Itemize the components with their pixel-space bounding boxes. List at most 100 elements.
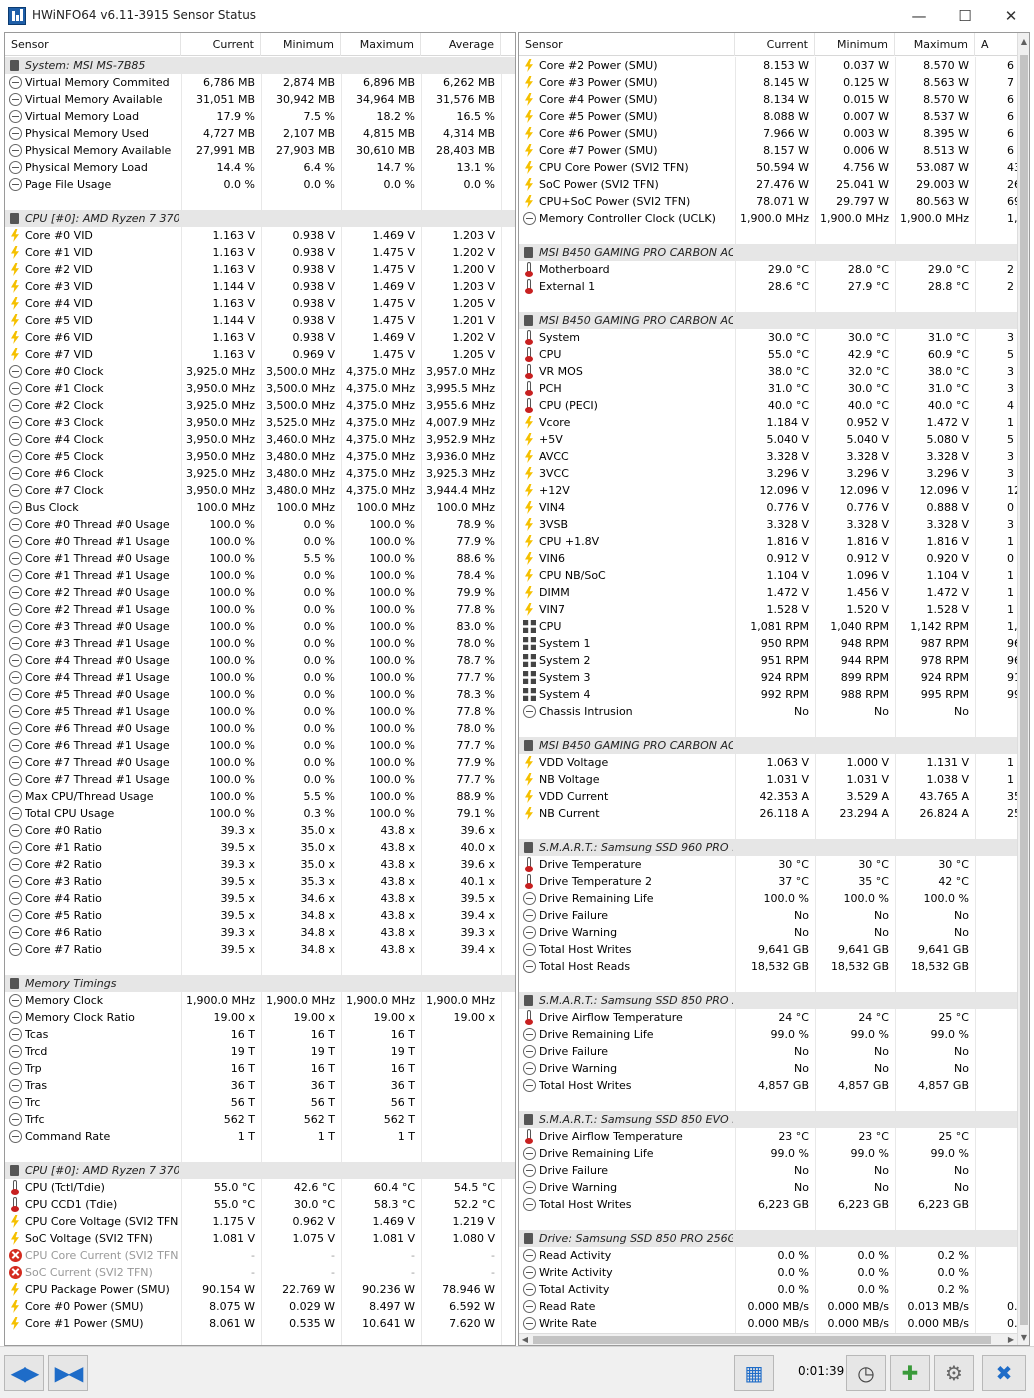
close-sensors-button[interactable]: ✖ bbox=[982, 1355, 1026, 1391]
switch-layout-button[interactable]: ◀▶ bbox=[4, 1355, 44, 1391]
sensor-row[interactable]: Physical Memory Used 4,727 MB 2,107 MB 4,81… bbox=[5, 125, 515, 142]
sensor-row[interactable]: Core #7 Clock 3,950.0 MHz 3,480.0 MHz 4,375… bbox=[5, 482, 515, 499]
sensor-row[interactable]: Virtual Memory Available 31,051 MB 30,942 … bbox=[5, 91, 515, 108]
col-sensor[interactable]: Sensor bbox=[519, 33, 735, 56]
sensor-row[interactable]: Trcd 19 T 19 T 19 T bbox=[5, 1043, 515, 1060]
sensor-row[interactable]: System 1 950 RPM 948 RPM 987 RPM 96 bbox=[519, 635, 1029, 652]
sensor-row[interactable]: Drive Warning No No No bbox=[519, 1060, 1029, 1077]
sensor-row[interactable]: CPU +1.8V 1.816 V 1.816 V 1.816 V1 bbox=[519, 533, 1029, 550]
sensor-row[interactable]: Core #2 Clock 3,925.0 MHz 3,500.0 MHz 4,375… bbox=[5, 397, 515, 414]
sensor-row[interactable]: Core #0 Clock 3,925.0 MHz 3,500.0 MHz 4,375… bbox=[5, 363, 515, 380]
sensor-row[interactable]: Motherboard 29.0 °C 28.0 °C 29.0 °C 2 bbox=[519, 261, 1029, 278]
settings-button[interactable]: ⚙ bbox=[934, 1355, 974, 1391]
sensor-row[interactable]: CPU Package Power (SMU) 90.154 W 22.769 W 9… bbox=[5, 1281, 515, 1298]
sensor-group-header[interactable]: Drive: Samsung SSD 850 PRO 256GB ... bbox=[519, 1230, 1029, 1247]
sensor-row[interactable]: 3VCC 3.296 V 3.296 V 3.296 V3 bbox=[519, 465, 1029, 482]
sensor-row[interactable]: Core #5 Thread #0 Usage 100.0 % 0.0 % 100.0… bbox=[5, 686, 515, 703]
sensor-row[interactable]: Drive Failure No No No bbox=[519, 1162, 1029, 1179]
sensor-row[interactable]: System 2 951 RPM 944 RPM 978 RPM 96 bbox=[519, 652, 1029, 669]
sensor-row[interactable]: Virtual Memory Commited 6,786 MB 2,874 MB 6… bbox=[5, 74, 515, 91]
col-sensor[interactable]: Sensor bbox=[5, 33, 181, 56]
sensor-row[interactable]: VDD Voltage 1.063 V 1.000 V 1.131 V1 bbox=[519, 754, 1029, 771]
sensor-row[interactable]: CPU1,081 RPM1,040 RPM1,142 RPM1,07 bbox=[519, 618, 1029, 635]
sensor-row[interactable]: Core #0 Thread #1 Usage 100.0 % 0.0 % 100.0… bbox=[5, 533, 515, 550]
sensor-row[interactable]: Memory Clock 1,900.0 MHz 1,900.0 MHz 1,900.… bbox=[5, 992, 515, 1009]
sensor-row[interactable]: Core #0 Thread #0 Usage 100.0 % 0.0 % 100.0… bbox=[5, 516, 515, 533]
scrollbar-thumb[interactable] bbox=[1020, 55, 1028, 1325]
sensor-row[interactable]: Core #7 Thread #0 Usage 100.0 % 0.0 % 100.0… bbox=[5, 754, 515, 771]
sensor-row[interactable]: Read Rate0.000 MB/s0.000 MB/s0.013 MB/s0… bbox=[519, 1298, 1029, 1315]
sensor-row[interactable]: Core #2 Power (SMU) 8.153 W 0.037 W 8.570 W… bbox=[519, 57, 1029, 74]
sensor-group-header[interactable]: MSI B450 GAMING PRO CARBON AC (... bbox=[519, 737, 1029, 754]
sensor-row[interactable]: Total Host Writes 6,223 GB 6,223 GB 6,223 G… bbox=[519, 1196, 1029, 1213]
sensor-row[interactable]: Core #0 VID 1.163 V 0.938 V 1.469 V 1.203 V bbox=[5, 227, 515, 244]
sensor-row[interactable]: System 3 924 RPM 899 RPM 924 RPM 91 bbox=[519, 669, 1029, 686]
sensor-row[interactable]: VIN7 1.528 V 1.520 V 1.528 V1 bbox=[519, 601, 1029, 618]
sensor-row[interactable]: Core #4 Clock 3,950.0 MHz 3,460.0 MHz 4,375… bbox=[5, 431, 515, 448]
sensor-row[interactable]: Core #3 Thread #0 Usage 100.0 % 0.0 % 100.0… bbox=[5, 618, 515, 635]
minimize-button[interactable]: — bbox=[896, 0, 942, 32]
sensor-row[interactable]: Drive Remaining Life 99.0 % 99.0 % 99.0 % bbox=[519, 1145, 1029, 1162]
sensor-row[interactable]: Memory Controller Clock (UCLK) 1,900.0 MH… bbox=[519, 210, 1029, 227]
sensor-row[interactable]: 3VSB 3.328 V 3.328 V 3.328 V3 bbox=[519, 516, 1029, 533]
sensor-row[interactable]: Core #1 VID 1.163 V 0.938 V 1.475 V 1.202 V bbox=[5, 244, 515, 261]
sensor-row[interactable]: Drive Remaining Life 99.0 % 99.0 % 99.0 % bbox=[519, 1026, 1029, 1043]
sensor-row[interactable]: System 30.0 °C 30.0 °C 31.0 °C 3 bbox=[519, 329, 1029, 346]
sensor-row[interactable]: Physical Memory Available 27,991 MB 27,903… bbox=[5, 142, 515, 159]
sensor-row[interactable]: SoC Current (SVI2 TFN) - - - - bbox=[5, 1264, 515, 1281]
sensor-row[interactable]: Core #2 Thread #0 Usage 100.0 % 0.0 % 100.0… bbox=[5, 584, 515, 601]
sensor-row[interactable]: Core #6 Power (SMU) 7.966 W 0.003 W 8.395 W… bbox=[519, 125, 1029, 142]
maximize-button[interactable]: ☐ bbox=[942, 0, 988, 32]
sensor-panel-right[interactable]: Sensor Current Minimum Maximum A Core #2… bbox=[518, 32, 1030, 1346]
sensor-row[interactable]: Core #6 Clock 3,925.0 MHz 3,480.0 MHz 4,375… bbox=[5, 465, 515, 482]
sensor-group-header[interactable]: S.M.A.R.T.: Samsung SSD 850 PRO 2... bbox=[519, 992, 1029, 1009]
sensor-row[interactable]: CPU NB/SoC 1.104 V 1.096 V 1.104 V1 bbox=[519, 567, 1029, 584]
sensor-row[interactable]: Core #6 VID 1.163 V 0.938 V 1.469 V 1.202 V bbox=[5, 329, 515, 346]
sensor-row[interactable]: Core #2 Ratio 39.3 x 35.0 x 43.8 x 39.6 x bbox=[5, 856, 515, 873]
sensor-row[interactable]: Drive Airflow Temperature 24 °C 24 °C 25 °C bbox=[519, 1009, 1029, 1026]
sensor-row[interactable]: Core #4 VID 1.163 V 0.938 V 1.475 V 1.205 V bbox=[5, 295, 515, 312]
sensor-row[interactable]: Core #0 Ratio 39.3 x 35.0 x 43.8 x 39.6 x bbox=[5, 822, 515, 839]
close-button[interactable]: ✕ bbox=[988, 0, 1034, 32]
col-minimum[interactable]: Minimum bbox=[261, 33, 341, 56]
sensor-row[interactable]: Core #3 Thread #1 Usage 100.0 % 0.0 % 100.0… bbox=[5, 635, 515, 652]
sensor-row[interactable]: Total Host Writes 4,857 GB 4,857 GB 4,857 G… bbox=[519, 1077, 1029, 1094]
sensor-row[interactable]: Core #3 Clock 3,950.0 MHz 3,525.0 MHz 4,375… bbox=[5, 414, 515, 431]
collapse-button[interactable]: ▶◀ bbox=[48, 1355, 88, 1391]
sensor-row[interactable]: Core #5 Thread #1 Usage 100.0 % 0.0 % 100.0… bbox=[5, 703, 515, 720]
sensor-group-header[interactable]: S.M.A.R.T.: Samsung SSD 850 EVO 5... bbox=[519, 1111, 1029, 1128]
sensor-group-header[interactable]: CPU [#0]: AMD Ryzen 7 3700X bbox=[5, 210, 515, 227]
sensor-group-header[interactable]: CPU [#0]: AMD Ryzen 7 370... bbox=[5, 1162, 515, 1179]
sensor-row[interactable]: Page File Usage 0.0 % 0.0 % 0.0 % 0.0 % bbox=[5, 176, 515, 193]
sensor-row[interactable]: Core #4 Thread #1 Usage 100.0 % 0.0 % 100.0… bbox=[5, 669, 515, 686]
sensor-row[interactable]: Core #5 Power (SMU) 8.088 W 0.007 W 8.537 W… bbox=[519, 108, 1029, 125]
sensor-panel-left[interactable]: Sensor Current Minimum Maximum Average S… bbox=[4, 32, 516, 1346]
sensor-row[interactable]: Tras 36 T 36 T 36 T bbox=[5, 1077, 515, 1094]
sensor-row[interactable]: Trp 16 T 16 T 16 T bbox=[5, 1060, 515, 1077]
sensor-row[interactable]: +12V 12.096 V 12.096 V 12.096 V 12 bbox=[519, 482, 1029, 499]
sensor-row[interactable]: Core #1 Power (SMU) 8.061 W 0.535 W 10.641 … bbox=[5, 1315, 515, 1332]
sensor-row[interactable]: Core #1 Thread #1 Usage 100.0 % 0.0 % 100.0… bbox=[5, 567, 515, 584]
col-minimum[interactable]: Minimum bbox=[815, 33, 895, 56]
sensor-row[interactable]: Core #5 VID 1.144 V 0.938 V 1.475 V 1.201 V bbox=[5, 312, 515, 329]
sensor-group-header[interactable]: Memory Timings bbox=[5, 975, 515, 992]
sensor-row[interactable]: Memory Clock Ratio 19.00 x 19.00 x 19.00 x 1… bbox=[5, 1009, 515, 1026]
scroll-down-icon[interactable]: ▼ bbox=[1019, 1331, 1029, 1345]
sensor-row[interactable]: AVCC 3.328 V 3.328 V 3.328 V3 bbox=[519, 448, 1029, 465]
sensor-group-header[interactable]: S.M.A.R.T.: Samsung SSD 960 PRO ... bbox=[519, 839, 1029, 856]
sensor-row[interactable]: DIMM 1.472 V 1.456 V 1.472 V1 bbox=[519, 584, 1029, 601]
sensor-row[interactable]: Core #3 Power (SMU) 8.145 W 0.125 W 8.563 W… bbox=[519, 74, 1029, 91]
sensor-row[interactable]: Drive Remaining Life 100.0 % 100.0 % 100.0 … bbox=[519, 890, 1029, 907]
sensor-row[interactable]: Physical Memory Load 14.4 % 6.4 % 14.7 % 13.… bbox=[5, 159, 515, 176]
sensor-row[interactable]: Write Rate 0.000 MB/s 0.000 MB/s 0.000 MB/s… bbox=[519, 1315, 1029, 1332]
sensor-row[interactable]: +5V 5.040 V 5.040 V 5.080 V5 bbox=[519, 431, 1029, 448]
sensor-row[interactable]: Core #5 Ratio 39.5 x 34.8 x 43.8 x 39.4 x bbox=[5, 907, 515, 924]
sensor-row[interactable]: Drive Failure No No No bbox=[519, 1043, 1029, 1060]
sensor-row[interactable]: Core #4 Power (SMU) 8.134 W 0.015 W 8.570 W… bbox=[519, 91, 1029, 108]
scrollbar-thumb[interactable] bbox=[533, 1336, 991, 1344]
sensor-row[interactable]: Core #4 Thread #0 Usage 100.0 % 0.0 % 100.0… bbox=[5, 652, 515, 669]
sensor-row[interactable]: Virtual Memory Load 17.9 % 7.5 % 18.2 % 16.5… bbox=[5, 108, 515, 125]
sensor-row[interactable]: Trc 56 T 56 T 56 T bbox=[5, 1094, 515, 1111]
sensor-row[interactable]: Drive Failure No No No bbox=[519, 907, 1029, 924]
sensor-row[interactable]: SoC Power (SVI2 TFN) 27.476 W 25.041 W 29.0… bbox=[519, 176, 1029, 193]
